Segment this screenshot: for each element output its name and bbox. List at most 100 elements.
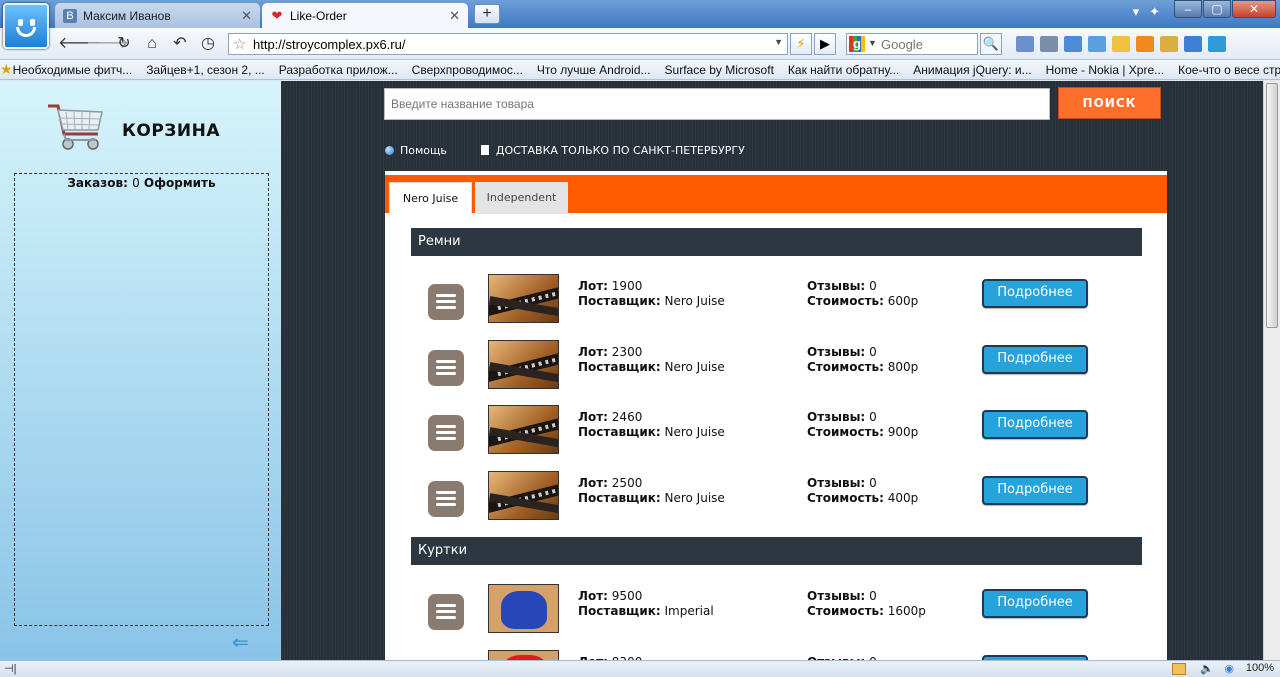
shopping-cart-icon: [48, 104, 103, 150]
price-value: 800р: [887, 360, 919, 374]
browser-tab-like-order[interactable]: ❤ Like-Order ✕: [262, 3, 468, 28]
menu-icon[interactable]: [428, 481, 464, 517]
web-search-input[interactable]: [881, 36, 975, 52]
product-stats: Отзывы: 0 Стоимость: 400р: [807, 476, 918, 506]
cart-summary: Заказов: 0 Оформить: [15, 176, 268, 190]
product-info: Лот: 2460 Поставщик: Nero Juise: [578, 410, 725, 440]
globe-icon[interactable]: ◉: [1224, 662, 1234, 675]
undo-close-icon[interactable]: ↶: [170, 34, 190, 54]
product-search-input[interactable]: [384, 88, 1050, 120]
bookmark-item[interactable]: Surface by Microsoft: [665, 63, 774, 77]
product-info: Лот: 1900 Поставщик: Nero Juise: [578, 279, 725, 309]
tab-independent[interactable]: Independent: [475, 182, 568, 214]
downloads-icon[interactable]: [1172, 663, 1186, 675]
minimize-button[interactable]: –: [1174, 0, 1202, 18]
speaker-icon[interactable]: 🔈: [1200, 662, 1214, 675]
address-bar[interactable]: ☆ ▼: [228, 33, 788, 55]
address-input[interactable]: [253, 36, 763, 52]
forward-icon[interactable]: 🡒: [86, 34, 129, 54]
scrollbar-thumb[interactable]: [1266, 83, 1278, 328]
page-scrollbar[interactable]: [1263, 81, 1280, 660]
checkout-link[interactable]: Оформить: [144, 176, 216, 190]
product-thumbnail[interactable]: [488, 340, 559, 389]
scroll-left-icon[interactable]: ⊣|: [4, 662, 16, 675]
details-button[interactable]: Подробнее: [982, 345, 1088, 374]
back-icon[interactable]: 🡐: [58, 34, 101, 54]
zoom-level[interactable]: 100%: [1246, 662, 1274, 674]
lightning-icon[interactable]: ⚡: [790, 33, 812, 55]
new-tab-button[interactable]: +: [474, 4, 500, 24]
tab-label: Максим Иванов: [83, 8, 171, 23]
calendar-icon[interactable]: [1184, 36, 1202, 52]
pen-icon[interactable]: [1016, 36, 1034, 52]
reviews-label: Отзывы:: [807, 589, 866, 603]
camera-icon[interactable]: [1040, 36, 1058, 52]
browser-tab-vk[interactable]: B Максим Иванов ✕: [55, 3, 260, 28]
rss-icon[interactable]: [1136, 36, 1154, 52]
title-bar-tools: ▾ ✦: [1133, 4, 1160, 20]
lot-value: 1900: [611, 279, 643, 293]
window-controls: – ▢ ✕: [1173, 0, 1276, 18]
bookmarks-bar: ★ Необходимые фитч... Зайцев+1, сезон 2,…: [0, 60, 1280, 80]
magnifier-icon[interactable]: 🔍: [980, 33, 1002, 55]
menu-icon[interactable]: [428, 284, 464, 320]
bookmark-item[interactable]: Сверхпроводимос...: [412, 63, 523, 77]
cart-dropzone: Заказов: 0 Оформить: [14, 173, 269, 626]
home-icon[interactable]: ⌂: [142, 34, 162, 54]
help-link[interactable]: Помощь: [400, 144, 447, 157]
close-tab-icon[interactable]: ✕: [449, 8, 460, 24]
bookmark-item[interactable]: Что лучше Android...: [537, 63, 651, 77]
tab-list-icon[interactable]: ▾: [1133, 4, 1140, 20]
product-thumbnail[interactable]: [488, 274, 559, 323]
close-window-button[interactable]: ✕: [1232, 0, 1276, 18]
history-icon[interactable]: ◷: [198, 34, 218, 54]
collapse-arrow-icon[interactable]: ⇐: [232, 630, 249, 655]
price-label: Стоимость:: [807, 294, 884, 308]
maximize-button[interactable]: ▢: [1203, 0, 1231, 18]
bookmark-item[interactable]: Анимация jQuery: и...: [913, 63, 1031, 77]
web-search-box[interactable]: g ▼: [846, 33, 978, 55]
reload-icon[interactable]: ↻: [114, 34, 134, 54]
search-button[interactable]: ПОИСК: [1058, 87, 1161, 119]
menu-icon[interactable]: [428, 350, 464, 386]
close-tab-icon[interactable]: ✕: [241, 8, 252, 24]
grid-icon[interactable]: [1064, 36, 1082, 52]
product-thumbnail[interactable]: [488, 405, 559, 454]
chevron-down-icon[interactable]: ▼: [774, 37, 783, 47]
supplier-value: Nero Juise: [664, 294, 725, 308]
reviews-label: Отзывы:: [807, 345, 866, 359]
product-thumbnail[interactable]: [488, 584, 559, 633]
catalog-panel: Nero Juise Independent Ремни Лот: 1900 П…: [385, 171, 1167, 660]
globe-icon[interactable]: [1208, 36, 1226, 52]
tab-nero-juise[interactable]: Nero Juise: [389, 182, 472, 214]
details-button[interactable]: Подробнее: [982, 589, 1088, 618]
go-icon[interactable]: ▶: [814, 33, 836, 55]
bookmarks-star-icon[interactable]: ★: [0, 61, 13, 78]
document-icon: [480, 145, 489, 155]
product-thumbnail[interactable]: [488, 471, 559, 520]
bookmark-item[interactable]: Home - Nokia | Xpre...: [1046, 63, 1165, 77]
menu-icon[interactable]: [428, 415, 464, 451]
google-icon[interactable]: g: [849, 36, 865, 52]
product-thumbnail[interactable]: [488, 650, 559, 660]
details-button[interactable]: Подробнее: [982, 279, 1088, 308]
product-row: Лот: 8300 Отзывы: 0 Подробнее: [411, 650, 1142, 660]
menu-icon[interactable]: [428, 594, 464, 630]
details-button[interactable]: Подробнее: [982, 476, 1088, 505]
bookmark-item[interactable]: Разработка прилож...: [279, 63, 398, 77]
details-button[interactable]: Подробнее: [982, 410, 1088, 439]
notes-icon[interactable]: [1112, 36, 1130, 52]
theme-icon[interactable]: ✦: [1149, 4, 1160, 20]
bookmark-item[interactable]: Зайцев+1, сезон 2, ...: [146, 63, 265, 77]
lot-value: 2300: [611, 345, 643, 359]
bookmark-item[interactable]: Кое-что о весе стра...: [1178, 63, 1280, 77]
price-value: 600р: [887, 294, 919, 308]
web-page: КОРЗИНА Заказов: 0 Оформить ⇐ ПОИСК Помо…: [0, 81, 1280, 660]
zoom-icon[interactable]: [1088, 36, 1106, 52]
bookmark-item[interactable]: Необходимые фитч...: [13, 63, 133, 77]
browser-menu-logo-button[interactable]: [3, 3, 49, 49]
mail-icon[interactable]: [1160, 36, 1178, 52]
chevron-down-icon[interactable]: ▼: [868, 38, 877, 48]
bookmark-item[interactable]: Как найти обратну...: [788, 63, 899, 77]
bookmark-star-icon[interactable]: ☆: [233, 35, 246, 53]
